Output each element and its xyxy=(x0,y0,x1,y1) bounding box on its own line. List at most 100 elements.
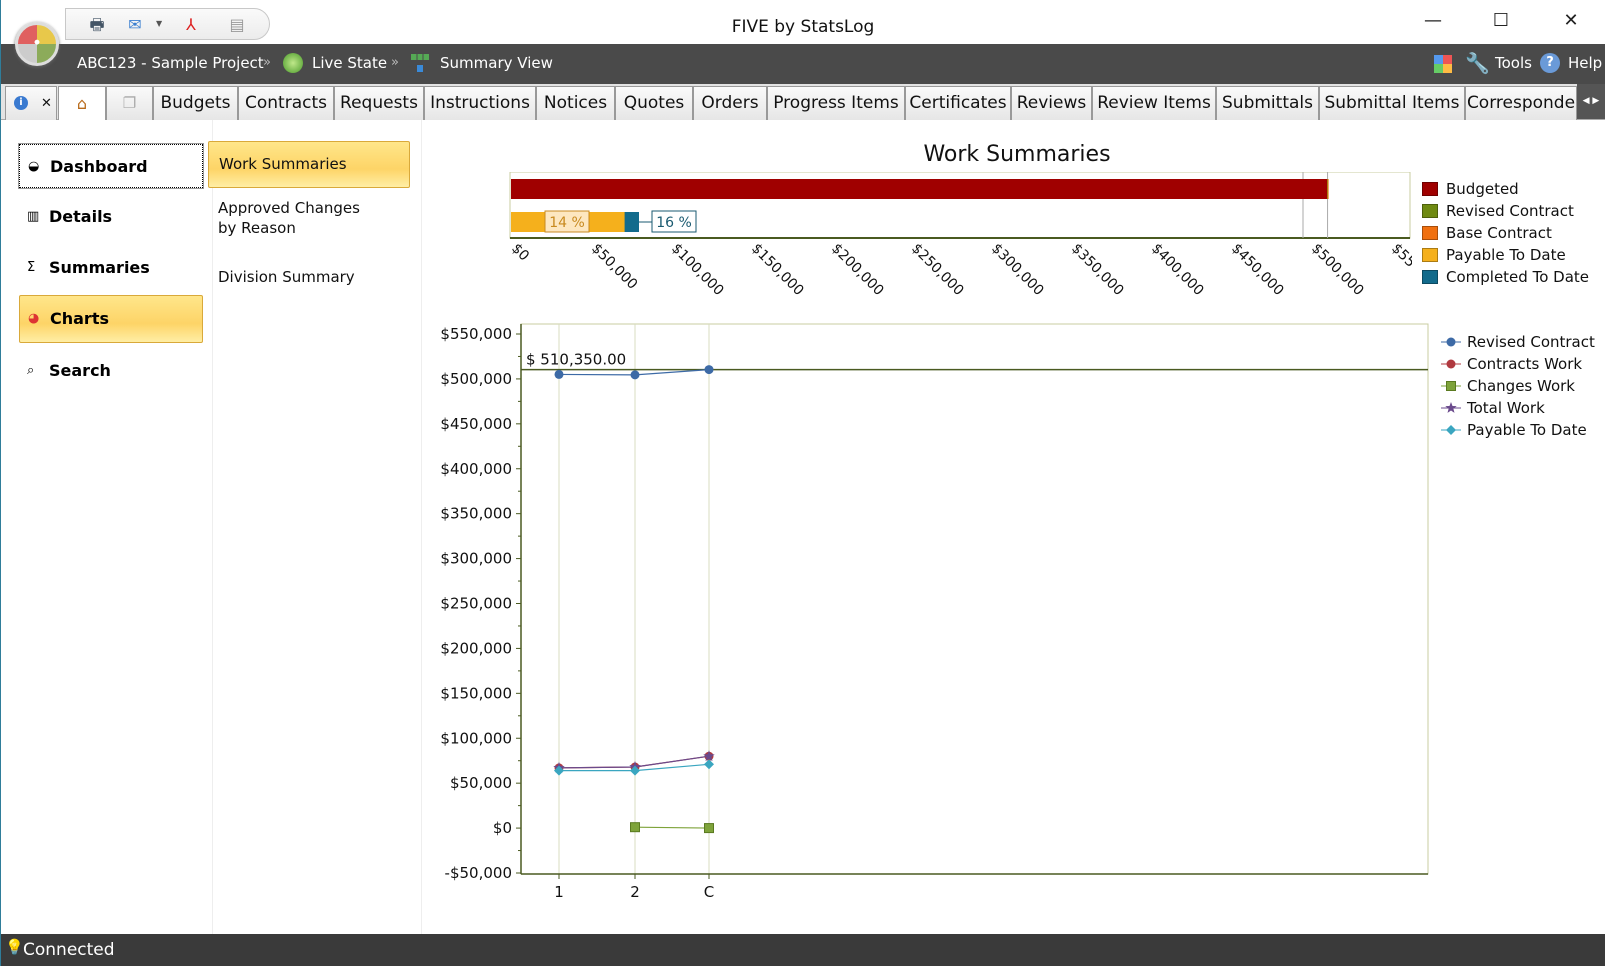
tab-progress-items[interactable]: Progress Items xyxy=(767,86,905,120)
legend-item: Payable To Date xyxy=(1441,419,1595,441)
subnav-item[interactable]: Division Summary xyxy=(208,267,383,287)
bar-chart-legend: Budgeted Revised Contract Base Contract Pay… xyxy=(1422,178,1589,288)
y-tick-label: $300,000 xyxy=(440,550,512,568)
tools-button[interactable]: Tools xyxy=(1495,54,1532,72)
tab-submittals[interactable]: Submittals xyxy=(1216,86,1319,120)
legend-item: Budgeted xyxy=(1422,178,1589,200)
y-tick-label: $400,000 xyxy=(440,460,512,478)
nav-item-label: Dashboard xyxy=(50,157,148,176)
quick-access-toolbar: 🖶 ✉ ▼ ⅄ ▤ xyxy=(65,8,270,40)
legend-marker xyxy=(1441,402,1461,413)
print-icon[interactable]: 🖶 xyxy=(86,14,108,36)
legend-item: Total Work xyxy=(1441,397,1595,419)
y-tick-label: $150,000 xyxy=(440,684,512,702)
nav-item-label: Charts xyxy=(50,309,109,328)
nav-item-charts[interactable]: ◕ Charts xyxy=(19,295,203,343)
legend-item: Base Contract xyxy=(1422,222,1589,244)
breadcrumb-separator: » xyxy=(263,55,271,70)
info-tab[interactable]: i ✕ xyxy=(5,86,57,120)
y-tick-label: $550,000 xyxy=(440,325,512,343)
tab-contracts[interactable]: Contracts xyxy=(238,86,334,120)
tab-reviews[interactable]: Reviews xyxy=(1011,86,1092,120)
data-point xyxy=(1446,425,1456,435)
data-point xyxy=(1446,381,1456,391)
nav-item-dashboard[interactable]: ◒ Dashboard xyxy=(18,143,204,189)
help-icon[interactable]: ? xyxy=(1540,53,1560,73)
tab-orders[interactable]: Orders xyxy=(693,86,767,120)
tab-corresponde[interactable]: Corresponde xyxy=(1465,86,1577,120)
tab-requests[interactable]: Requests xyxy=(334,86,424,120)
legend-label: Payable To Date xyxy=(1446,246,1566,264)
close-tab-icon[interactable]: ✕ xyxy=(41,87,52,120)
building-icon: ▥ xyxy=(27,209,40,224)
documents-tab[interactable]: ❐ xyxy=(106,86,153,120)
work-summary-line-chart: $550,000 $500,000 $450,000 $400,000 $350,000… xyxy=(440,323,1429,901)
legend-label: Budgeted xyxy=(1446,180,1519,198)
wrench-icon[interactable]: 🔧 xyxy=(1465,51,1490,75)
legend-item: Changes Work xyxy=(1441,375,1595,397)
documents-icon: ❐ xyxy=(122,94,137,112)
nav-item-details[interactable]: ▥ Details xyxy=(19,195,203,239)
apps-grid-icon[interactable] xyxy=(1434,55,1452,73)
info-icon: i xyxy=(14,96,28,110)
app-logo-button[interactable] xyxy=(15,22,59,66)
nav-item-search[interactable]: ⌕ Search xyxy=(19,349,203,393)
module-tabs: i ✕ ⌂ ❐ Budgets Contracts Requests Instructi… xyxy=(1,84,1605,120)
y-tick-label: $0 xyxy=(493,819,512,837)
legend-marker xyxy=(1441,425,1461,435)
pdf-icon[interactable]: ⅄ xyxy=(180,14,202,36)
legend-label: Revised Contract xyxy=(1446,202,1574,220)
y-tick-label: $450,000 xyxy=(440,415,512,433)
tab-submittal-items[interactable]: Submittal Items xyxy=(1319,86,1465,120)
nav-item-label: Summaries xyxy=(49,258,150,277)
y-tick-label: $500,000 xyxy=(440,370,512,388)
data-point xyxy=(554,369,564,379)
y-tick-label: $50,000 xyxy=(450,774,512,792)
data-point xyxy=(704,823,714,834)
breadcrumb-summary-view[interactable]: Summary View xyxy=(440,54,553,72)
legend-label: Revised Contract xyxy=(1467,333,1595,351)
legend-item: Payable To Date xyxy=(1422,244,1589,266)
title-bar: FIVE by StatsLog — ☐ ✕ 🖶 ✉ ▼ ⅄ ▤ xyxy=(1,0,1605,44)
tab-scroll-arrows[interactable]: ◀ ▶ xyxy=(1577,84,1605,119)
subnav-item[interactable]: Work Summaries xyxy=(208,141,410,188)
legend-label: Base Contract xyxy=(1446,224,1552,242)
data-point xyxy=(1446,359,1456,369)
sigma-icon: Σ xyxy=(27,260,36,275)
email-dropdown-icon[interactable]: ▼ xyxy=(156,19,162,28)
home-icon: ⌂ xyxy=(76,94,88,113)
tab-notices[interactable]: Notices xyxy=(536,86,615,120)
breadcrumb-live-state[interactable]: Live State xyxy=(312,54,387,72)
breadcrumb-project[interactable]: ABC123 - Sample Project xyxy=(77,54,264,72)
legend-label: Total Work xyxy=(1467,399,1545,417)
subnav-item[interactable]: Approved Changes by Reason xyxy=(208,198,383,238)
legend-label: Completed To Date xyxy=(1446,268,1589,286)
y-tick-label: $100,000 xyxy=(440,729,512,747)
data-point xyxy=(704,365,714,375)
legend-item: Revised Contract xyxy=(1441,331,1595,353)
tab-budgets[interactable]: Budgets xyxy=(153,86,238,120)
legend-label: Contracts Work xyxy=(1467,355,1583,373)
breadcrumb-separator: » xyxy=(391,55,399,70)
tab-certificates[interactable]: Certificates xyxy=(905,86,1011,120)
report-icon[interactable]: ▤ xyxy=(226,14,248,36)
y-tick-label: $250,000 xyxy=(440,595,512,613)
legend-item: Contracts Work xyxy=(1441,353,1595,375)
x-tick-label: 1 xyxy=(554,883,564,901)
help-button[interactable]: Help xyxy=(1568,54,1602,72)
tab-quotes[interactable]: Quotes xyxy=(615,86,693,120)
maximize-button[interactable]: ☐ xyxy=(1481,10,1521,36)
nav-item-summaries[interactable]: Σ Summaries xyxy=(19,246,203,290)
app-window: FIVE by StatsLog — ☐ ✕ 🖶 ✉ ▼ ⅄ ▤ ABC123 … xyxy=(0,0,1605,966)
email-icon[interactable]: ✉ xyxy=(124,14,146,36)
tab-instructions[interactable]: Instructions xyxy=(424,86,536,120)
summary-view-icon xyxy=(411,54,429,72)
tab-review-items[interactable]: Review Items xyxy=(1092,86,1216,120)
home-tab[interactable]: ⌂ xyxy=(58,86,106,120)
legend-label: Changes Work xyxy=(1467,377,1575,395)
close-button[interactable]: ✕ xyxy=(1551,10,1591,36)
minimize-button[interactable]: — xyxy=(1413,10,1453,36)
data-point xyxy=(1445,402,1457,413)
reference-line-label: $ 510,350.00 xyxy=(526,351,626,369)
x-tick-label: 2 xyxy=(630,883,640,901)
